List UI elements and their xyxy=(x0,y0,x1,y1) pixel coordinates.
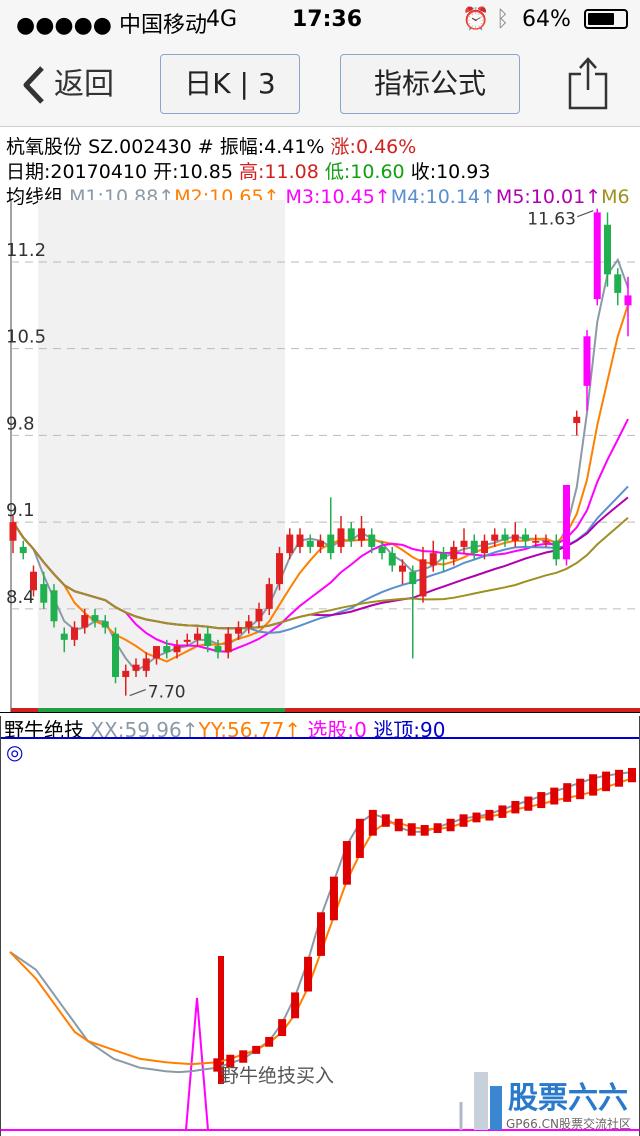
y-tick-label: 11.2 xyxy=(6,240,46,261)
network-label: 4G xyxy=(206,7,238,32)
indicator-bar xyxy=(252,1045,261,1054)
candle xyxy=(419,546,427,603)
back-button[interactable]: 返回 xyxy=(10,60,130,110)
candle xyxy=(409,565,417,659)
nav-bar: 返回 日K | 3 指标公式 xyxy=(0,40,640,127)
candle xyxy=(19,540,27,560)
indicator-bar xyxy=(589,774,598,796)
candle xyxy=(440,546,447,572)
indicator-bar xyxy=(304,956,313,992)
indicator-bar xyxy=(628,768,636,783)
stock-close: 收:10.93 xyxy=(410,161,491,183)
candle xyxy=(552,534,560,566)
indicator-chart[interactable]: 野牛绝技买入 股票六六 GP66.CN股票交流社区 xyxy=(0,716,640,1136)
stock-code: SZ.002430 xyxy=(88,136,192,158)
indicator-bar xyxy=(498,805,507,818)
stock-open: 开:10.85 xyxy=(153,161,233,183)
stock-info-line2: 日期:20170410 开:10.85 高:11.08 低:10.60 收:10… xyxy=(6,157,490,184)
indicator-bar xyxy=(459,814,468,827)
indicator-bar xyxy=(317,912,325,956)
back-label: 返回 xyxy=(54,67,114,102)
candle xyxy=(511,522,519,547)
indicator-bar xyxy=(563,783,572,802)
stock-info-line1: 杭氧股份 SZ.002430 # 振幅:4.41% 涨:0.46% xyxy=(6,132,416,159)
candle xyxy=(358,515,365,547)
indicator-bar xyxy=(291,992,300,1019)
low-price-label: 7.70 xyxy=(148,683,186,703)
y-tick-label: 9.1 xyxy=(6,500,35,521)
indicator-bar xyxy=(355,818,364,858)
battery-icon xyxy=(584,9,628,29)
formula-button[interactable]: 指标公式 xyxy=(340,54,520,114)
candle xyxy=(296,528,304,554)
candlestick-chart[interactable]: 11.210.59.89.18.4 11.637.70 xyxy=(0,200,640,712)
indicator-bar xyxy=(576,778,585,800)
indicator-bar xyxy=(394,818,403,832)
stock-low: 低:10.60 xyxy=(324,161,405,183)
time-label: 17:36 xyxy=(292,7,363,32)
candle xyxy=(614,268,622,306)
status-bar: ●●●●● 中国移动 4G 17:36 ⏰ ᛒ 64% xyxy=(0,0,640,40)
alarm-icon: ⏰ xyxy=(462,7,490,32)
candle xyxy=(112,627,119,684)
indicator-bar xyxy=(265,1036,274,1047)
indicator-bar xyxy=(368,809,377,836)
candle xyxy=(522,528,529,547)
indicator-bar xyxy=(407,823,416,836)
share-icon[interactable] xyxy=(566,54,610,112)
indicator-bar xyxy=(433,823,442,834)
indicator-bar xyxy=(537,792,546,809)
battery-percent: 64% xyxy=(522,7,571,32)
chevron-left-icon xyxy=(18,60,48,126)
buy-annotation: 野牛绝技买入 xyxy=(220,1065,334,1087)
indicator-bar xyxy=(472,812,481,823)
indicator-bar xyxy=(485,809,494,821)
candle xyxy=(327,497,335,560)
indicator-bar xyxy=(420,825,429,836)
candle xyxy=(593,208,601,306)
indicator-bar xyxy=(511,800,520,814)
carrier-label: ●●●●● 中国移动 xyxy=(16,13,207,38)
indicator-bar xyxy=(602,771,611,792)
candle xyxy=(624,276,632,337)
indicator-bar xyxy=(381,814,390,827)
bluetooth-icon: ᛒ xyxy=(496,7,510,32)
candle xyxy=(604,212,611,287)
stock-high: 高:11.08 xyxy=(239,161,319,183)
indicator-bar xyxy=(550,787,559,805)
candle xyxy=(276,546,283,591)
y-tick-label: 10.5 xyxy=(6,327,46,348)
stock-date: 日期:20170410 xyxy=(6,161,148,183)
indicator-bar xyxy=(524,796,533,811)
period-button[interactable]: 日K | 3 xyxy=(160,54,300,114)
indicator-bar xyxy=(278,1019,287,1037)
candle xyxy=(337,515,345,554)
candle xyxy=(347,522,355,547)
watermark-brand: 股票六六 xyxy=(508,1081,628,1116)
candle xyxy=(573,410,581,436)
y-tick-label: 9.8 xyxy=(6,413,35,434)
candle xyxy=(378,540,386,560)
indicator-bar xyxy=(342,841,351,885)
indicator-bar xyxy=(329,876,338,921)
stock-amplitude: # 振幅:4.41% xyxy=(197,136,325,158)
indicator-bar xyxy=(446,818,455,832)
indicator-bar xyxy=(239,1050,248,1063)
watermark-sub: GP66.CN股票交流社区 xyxy=(506,1116,631,1131)
stock-change: 涨:0.46% xyxy=(330,136,417,158)
stock-name: 杭氧股份 xyxy=(6,136,83,158)
candle xyxy=(50,584,58,628)
candle xyxy=(306,534,314,554)
indicator-bar xyxy=(615,769,624,787)
candle xyxy=(563,484,570,566)
high-price-label: 11.63 xyxy=(527,210,576,230)
